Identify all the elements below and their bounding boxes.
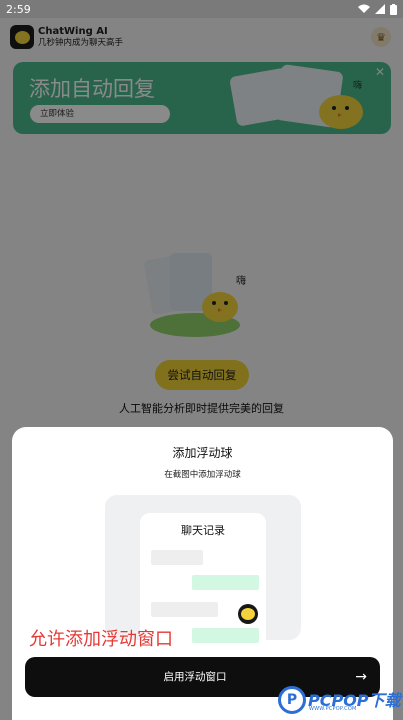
auto-reply-illustration — [144, 253, 240, 337]
battery-icon — [390, 3, 397, 15]
vip-crown-icon[interactable]: ♛ — [371, 27, 391, 47]
status-time: 2:59 — [6, 2, 31, 16]
ai-description: 人工智能分析即时提供完美的回复 — [119, 402, 284, 415]
watermark-url: WWW.PCPOP.COM — [309, 706, 357, 712]
illustration-bubble-text: 嗨 — [236, 276, 246, 287]
message-placeholder — [151, 602, 218, 617]
watermark: P PCPOP下载 WWW.PCPOP.COM — [278, 684, 403, 720]
floating-ball-sheet: 添加浮动球 在截图中添加浮动球 聊天记录 允许添加浮动窗口 启用浮动窗口 → — [12, 427, 393, 720]
app-title: ChatWing AI — [38, 25, 108, 37]
auto-reply-banner[interactable]: 添加自动回复 立即体验 ✕ 嗨 — [13, 62, 391, 134]
try-now-button[interactable]: 立即体验 — [30, 105, 170, 123]
sheet-title: 添加浮动球 — [172, 446, 233, 460]
message-placeholder — [192, 628, 259, 643]
floating-ball-preview: 聊天记录 — [105, 495, 301, 643]
sheet-subtitle: 在截图中添加浮动球 — [164, 470, 241, 480]
message-placeholder — [151, 550, 203, 565]
try-auto-reply-button[interactable]: 尝试自动回复 — [155, 360, 249, 390]
signal-icon — [375, 4, 385, 14]
close-icon[interactable]: ✕ — [375, 65, 385, 79]
permission-annotation: 允许添加浮动窗口 — [29, 629, 173, 650]
wifi-icon — [358, 4, 370, 13]
message-placeholder — [192, 575, 259, 590]
banner-bubble-text: 嗨 — [353, 81, 363, 91]
watermark-logo: P — [278, 686, 306, 714]
app-subtitle: 几秒钟内成为聊天高手 — [38, 37, 124, 48]
banner-title: 添加自动回复 — [29, 77, 155, 101]
chat-history-title: 聊天记录 — [181, 524, 225, 537]
app-logo — [10, 25, 34, 49]
floating-ball-icon — [238, 604, 258, 624]
status-bar: 2:59 — [0, 0, 403, 18]
app-header: ChatWing AI 几秒钟内成为聊天高手 ♛ — [0, 18, 403, 56]
